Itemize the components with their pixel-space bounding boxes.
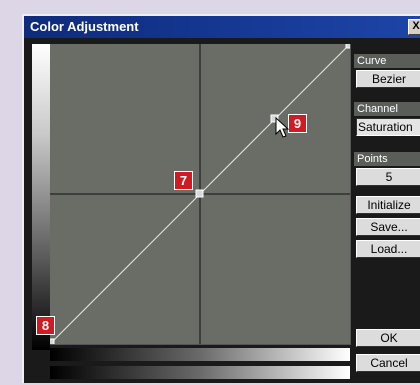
window-title: Color Adjustment — [30, 19, 139, 34]
horizontal-tone-gradient-bottom — [50, 366, 350, 379]
side-panel: Curve Bezier Channel Saturation Points 5… — [354, 44, 420, 385]
vertical-tone-gradient — [32, 44, 50, 350]
curve-editor[interactable] — [50, 44, 351, 345]
color-adjustment-window: Color Adjustment X 7 8 9 Curve Bezier Ch… — [22, 14, 420, 383]
initialize-button[interactable]: Initialize — [356, 196, 420, 214]
close-button[interactable]: X — [408, 19, 420, 35]
mouse-cursor-icon — [275, 117, 289, 138]
curve-point-start[interactable] — [50, 338, 55, 344]
callout-badge-9: 9 — [288, 114, 307, 133]
channel-section-label: Channel — [354, 102, 420, 116]
save-button[interactable]: Save... — [356, 218, 420, 236]
curve-point-center[interactable] — [195, 189, 204, 198]
curve-graph[interactable] — [50, 44, 350, 344]
points-section-label: Points — [354, 152, 420, 166]
horizontal-tone-gradient-top — [50, 348, 350, 361]
callout-badge-7: 7 — [174, 171, 193, 190]
curve-point-end[interactable] — [345, 44, 350, 49]
points-count-field[interactable]: 5 — [356, 168, 420, 186]
load-button[interactable]: Load... — [356, 240, 420, 258]
title-bar[interactable]: Color Adjustment X — [24, 16, 420, 38]
ok-button[interactable]: OK — [356, 329, 420, 347]
channel-select[interactable]: Saturation — [356, 118, 420, 136]
cancel-button[interactable]: Cancel — [356, 354, 420, 372]
curve-type-button[interactable]: Bezier — [356, 70, 420, 88]
curve-section-label: Curve — [354, 54, 420, 68]
callout-badge-8: 8 — [36, 316, 55, 335]
